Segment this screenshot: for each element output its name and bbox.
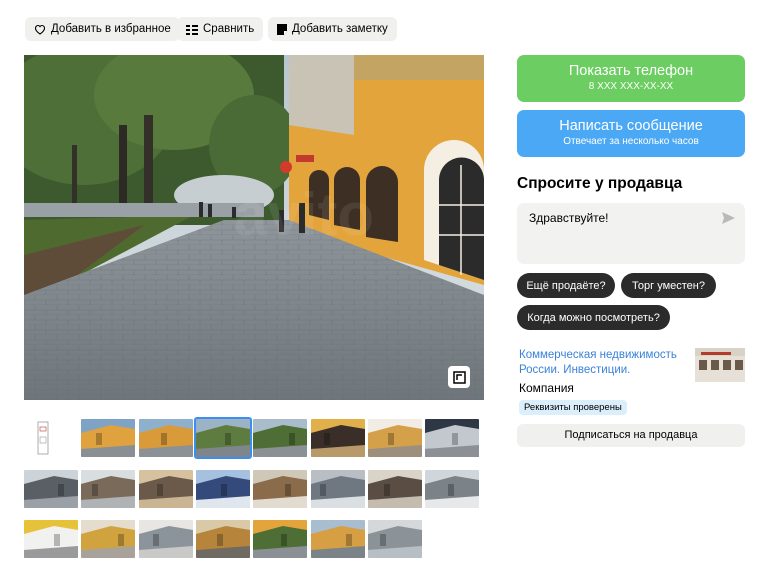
- gallery-thumbnail[interactable]: [81, 469, 136, 508]
- subscribe-button[interactable]: Подписаться на продавца: [517, 424, 745, 447]
- add-note-button[interactable]: Добавить заметку: [268, 17, 397, 41]
- gallery-thumbnail[interactable]: [138, 520, 193, 558]
- thumbnail-image: [81, 469, 136, 508]
- thumbnail-image: [253, 419, 308, 457]
- note-icon: [277, 23, 287, 35]
- thumbnail-image: [195, 469, 250, 508]
- add-to-favorites-button[interactable]: Добавить в избранное: [25, 17, 180, 41]
- gallery-thumbnail[interactable]: [253, 520, 308, 558]
- gallery-thumbnail[interactable]: [253, 419, 308, 457]
- thumbnail-image: [425, 469, 480, 508]
- expand-icon: [452, 370, 466, 384]
- phone-masked: 8 XXX XXX-XX-XX: [588, 81, 674, 92]
- write-message-button[interactable]: Написать сообщение Отвечает за несколько…: [517, 110, 745, 157]
- chip-when-view[interactable]: Когда можно посмотреть?: [517, 305, 670, 330]
- thumbnail-image: [195, 520, 250, 558]
- seller-type: Компания: [519, 381, 574, 395]
- gallery-thumbnail[interactable]: [24, 419, 78, 457]
- reply-time: Отвечает за несколько часов: [563, 136, 699, 147]
- thumbnail-image: [24, 419, 78, 457]
- thumbnail-image: [138, 469, 193, 508]
- write-message-label: Написать сообщение: [559, 118, 703, 134]
- show-phone-button[interactable]: Показать телефон 8 XXX XXX-XX-XX: [517, 55, 745, 102]
- message-text: Здравствуйте!: [529, 211, 609, 225]
- gallery-thumbnail[interactable]: [425, 469, 480, 508]
- gallery-thumbnail[interactable]: [253, 469, 308, 508]
- thumbnail-image: [24, 520, 78, 558]
- message-input[interactable]: Здравствуйте!: [517, 203, 745, 264]
- thumbnail-image: [253, 520, 308, 558]
- thumbnail-image: [367, 520, 422, 558]
- gallery-thumbnail[interactable]: [310, 419, 365, 457]
- thumbnail-image: [195, 419, 250, 457]
- gallery-thumbnail[interactable]: [367, 419, 422, 457]
- gallery-thumbnail[interactable]: [24, 520, 78, 558]
- fullscreen-button[interactable]: [448, 366, 470, 388]
- favorite-label: Добавить в избранное: [51, 23, 171, 35]
- thumbnail-image: [367, 419, 422, 457]
- gallery-thumbnail[interactable]: [193, 417, 252, 459]
- chip-still-selling[interactable]: Ещё продаёте?: [517, 273, 615, 298]
- thumbnail-image: [425, 419, 480, 457]
- thumbnail-image: [24, 469, 78, 508]
- thumbnail-image: [253, 469, 308, 508]
- gallery-thumbnail[interactable]: [81, 419, 136, 457]
- ask-seller-title: Спросите у продавца: [517, 175, 683, 192]
- gallery-thumbnail[interactable]: [367, 520, 422, 558]
- thumbnail-image: [138, 419, 193, 457]
- thumbnail-image: [310, 469, 365, 508]
- compare-label: Сравнить: [203, 23, 255, 35]
- thumbnail-image: [81, 419, 136, 457]
- svg-text:avito: avito: [234, 181, 374, 248]
- gallery-thumbnail[interactable]: [81, 520, 136, 558]
- note-label: Добавить заметку: [292, 23, 388, 35]
- gallery-thumbnail[interactable]: [310, 469, 365, 508]
- compare-button[interactable]: Сравнить: [177, 17, 264, 41]
- gallery-thumbnail[interactable]: [425, 419, 480, 457]
- seller-avatar-image: [695, 348, 745, 382]
- street-photo-image: avito: [24, 55, 484, 400]
- gallery-thumbnail[interactable]: [367, 469, 422, 508]
- compare-icon: [186, 24, 198, 35]
- gallery-thumbnail[interactable]: [24, 469, 78, 508]
- thumbnail-image: [310, 520, 365, 558]
- show-phone-label: Показать телефон: [568, 63, 694, 79]
- send-icon[interactable]: [722, 212, 735, 224]
- thumbnail-image: [81, 520, 136, 558]
- gallery-thumbnail[interactable]: [138, 419, 193, 457]
- seller-avatar[interactable]: [695, 348, 745, 382]
- seller-name-link[interactable]: Коммерческая недвижимость России. Инвест…: [519, 348, 689, 378]
- main-photo[interactable]: avito: [24, 55, 484, 400]
- thumbnail-image: [310, 419, 365, 457]
- heart-icon: [34, 24, 46, 35]
- gallery-thumbnail[interactable]: [310, 520, 365, 558]
- thumbnail-image: [367, 469, 422, 508]
- gallery-thumbnail[interactable]: [138, 469, 193, 508]
- thumbnail-image: [138, 520, 193, 558]
- verified-badge: Реквизиты проверены: [519, 400, 627, 415]
- gallery-thumbnail[interactable]: [195, 520, 250, 558]
- chip-bargain[interactable]: Торг уместен?: [621, 273, 716, 298]
- gallery-thumbnail[interactable]: [195, 469, 250, 508]
